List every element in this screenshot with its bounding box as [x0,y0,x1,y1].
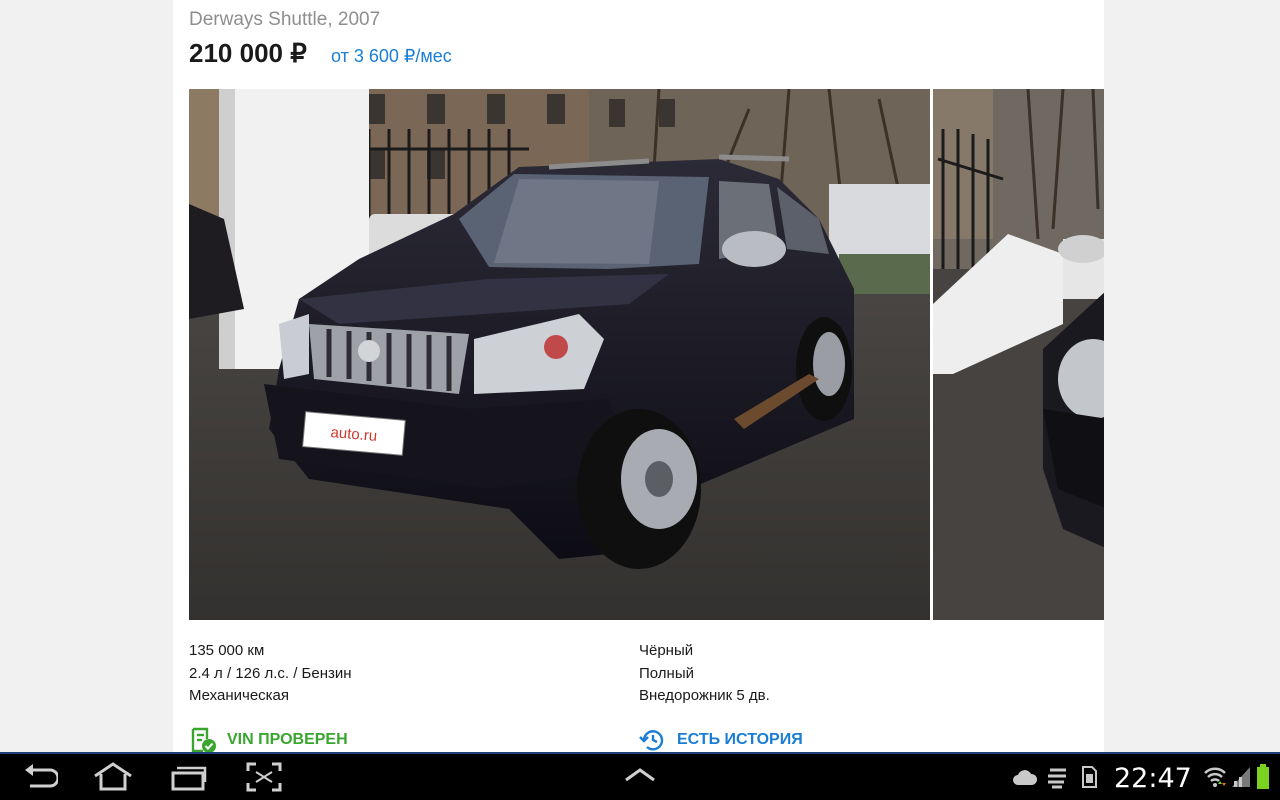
home-button[interactable] [92,762,134,797]
signal-icon [1232,767,1250,787]
color: Чёрный [639,642,694,659]
car-photo-second[interactable] [933,89,1104,620]
recent-apps-icon [171,766,207,791]
home-icon [94,762,132,791]
clock: 22:47 [1114,763,1192,794]
car-photo-main[interactable]: auto.ru [189,89,930,620]
cloud-icon [1013,770,1037,785]
transmission: Механическая [189,687,290,704]
vin-checked-badge[interactable]: VIN ПРОВЕРЕН [189,727,348,753]
history-label: ЕСТЬ ИСТОРИЯ [677,731,803,748]
battery-icon [1257,764,1269,789]
recent-apps-button[interactable] [170,762,208,797]
chevron-up-icon [625,768,655,782]
credit-link[interactable]: от 3 600 ₽/мес [331,46,452,67]
wifi-icon [1204,767,1226,787]
engine: 2.4 л / 126 л.с. / Бензин [189,664,352,682]
listing-price: 210 000 ₽ [189,38,307,68]
screenshot-icon [246,762,282,792]
listing-card[interactable]: Derways Shuttle, 2007 210 000 ₽ от 3 600… [173,0,1104,753]
back-icon [25,764,60,788]
notification-icon [1048,768,1066,789]
photo-gallery[interactable]: auto.ru [189,89,1104,620]
history-icon [639,730,664,751]
listing-title[interactable]: Derways Shuttle, 2007 [189,9,380,31]
back-button[interactable] [22,762,60,797]
history-badge[interactable]: ЕСТЬ ИСТОРИЯ [639,727,803,753]
mileage: 135 000 км [189,642,265,659]
system-bar: 22:47 [0,752,1280,800]
body-type: Внедорожник 5 дв. [639,687,770,704]
expand-button[interactable] [624,766,656,791]
drive: Полный [639,664,694,682]
vin-checked-icon [191,727,216,753]
vin-checked-label: VIN ПРОВЕРЕН [227,731,348,748]
specs-left: 135 000 км 2.4 л / 126 л.с. / Бензин Мех… [189,640,352,708]
specs-right: Чёрный Полный Внедорожник 5 дв. [639,640,770,708]
screenshot-button[interactable] [246,762,282,797]
sd-card-icon [1082,766,1097,788]
